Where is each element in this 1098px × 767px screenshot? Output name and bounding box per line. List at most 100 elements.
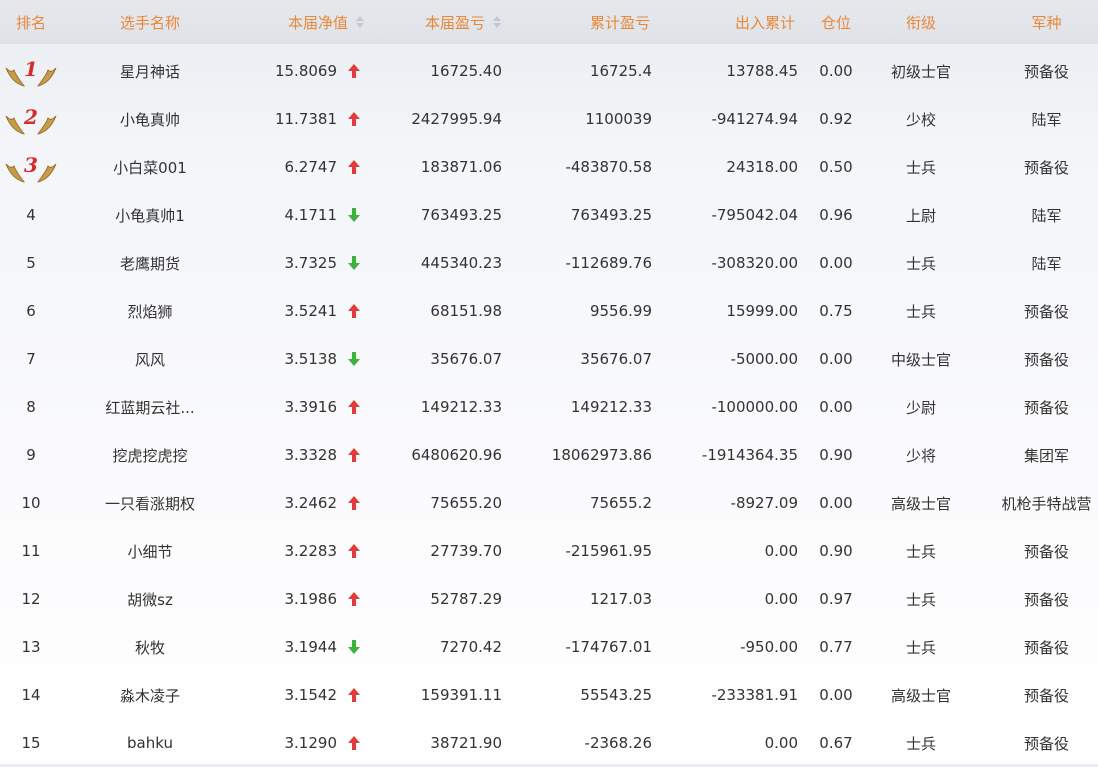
player-name[interactable]: bahku xyxy=(90,719,210,767)
rank-title: 初级士官 xyxy=(890,62,951,81)
rank-title: 高级士官 xyxy=(890,686,951,705)
cumulative-pnl: 9556.99 xyxy=(589,302,652,320)
header-position[interactable]: 仓位 xyxy=(810,0,862,44)
medal-1: 1 xyxy=(4,47,58,95)
header-branch[interactable]: 军种 xyxy=(995,0,1098,44)
rank-number: 8 xyxy=(26,398,36,416)
table-row[interactable]: 9 挖虎挖虎挖 3.3328 6480620.96 18062973.86 -191436… xyxy=(0,431,1098,479)
table-row[interactable]: 12 胡微sz 3.1986 52787.29 1217.03 0.00 0.97 士兵 预备役 xyxy=(0,575,1098,623)
rank-title: 少尉 xyxy=(905,398,936,417)
position-ratio: 0.97 xyxy=(819,590,853,608)
player-name[interactable]: 小龟真帅 xyxy=(90,95,210,143)
in-out-total: 15999.00 xyxy=(726,302,798,320)
medal-3: 3 xyxy=(4,143,58,191)
service-branch: 预备役 xyxy=(1023,350,1069,369)
sort-icon[interactable] xyxy=(356,15,365,29)
table-header: 排名 选手名称 本届净值 本届盈亏 累计盈亏 出入累计 仓位 衔级 军种 xyxy=(0,0,1098,44)
player-name[interactable]: 风风 xyxy=(90,335,210,383)
net-value: 3.3328 xyxy=(284,446,338,464)
in-out-total: 24318.00 xyxy=(726,158,798,176)
session-pnl: 149212.33 xyxy=(420,398,502,416)
header-title[interactable]: 衔级 xyxy=(875,0,967,44)
rank-title: 少校 xyxy=(905,110,936,129)
player-name[interactable]: 秋牧 xyxy=(90,623,210,671)
rank-number: 11 xyxy=(21,542,41,560)
arrow-up-icon xyxy=(347,431,361,479)
rank-number: 12 xyxy=(21,590,41,608)
service-branch: 预备役 xyxy=(1023,302,1069,321)
player-name[interactable]: 烈焰狮 xyxy=(90,287,210,335)
net-value: 15.8069 xyxy=(274,62,337,80)
header-io[interactable]: 出入累计 xyxy=(680,0,795,44)
table-row[interactable]: 4 小龟真帅1 4.1711 763493.25 763493.25 -795042.04… xyxy=(0,191,1098,239)
player-name[interactable]: 红蓝期云社... xyxy=(90,383,210,431)
player-name[interactable]: 小白菜001 xyxy=(90,143,210,191)
position-ratio: 0.50 xyxy=(819,158,853,176)
net-value: 3.2462 xyxy=(284,494,338,512)
net-value: 3.1944 xyxy=(284,638,338,656)
position-ratio: 0.00 xyxy=(819,62,853,80)
table-row[interactable]: 2 小龟真帅 11.7381 2427995.94 1100039 -941274.94 0… xyxy=(0,95,1098,143)
service-branch: 预备役 xyxy=(1023,158,1069,177)
table-row[interactable]: 6 烈焰狮 3.5241 68151.98 9556.99 15999.00 0.75 士兵 预… xyxy=(0,287,1098,335)
table-row[interactable]: 15 bahku 3.1290 38721.90 -2368.26 0.00 0.67 士兵 预… xyxy=(0,719,1098,767)
player-name[interactable]: 小细节 xyxy=(90,527,210,575)
sort-icon[interactable] xyxy=(493,15,502,29)
arrow-down-icon xyxy=(347,623,361,671)
rank-title: 士兵 xyxy=(905,302,936,321)
service-branch: 预备役 xyxy=(1023,62,1069,81)
arrow-up-icon xyxy=(347,383,361,431)
in-out-total: 0.00 xyxy=(764,734,798,752)
arrow-up-icon xyxy=(347,95,361,143)
session-pnl: 16725.40 xyxy=(430,62,502,80)
net-value: 3.3916 xyxy=(284,398,338,416)
table-row[interactable]: 11 小细节 3.2283 27739.70 -215961.95 0.00 0.90 士兵 预… xyxy=(0,527,1098,575)
header-nav[interactable]: 本届净值 xyxy=(240,0,365,44)
header-name[interactable]: 选手名称 xyxy=(90,0,210,44)
player-name[interactable]: 小龟真帅1 xyxy=(90,191,210,239)
cumulative-pnl: 55543.25 xyxy=(580,686,652,704)
service-branch: 预备役 xyxy=(1023,542,1069,561)
player-name[interactable]: 一只看涨期权 xyxy=(90,479,210,527)
session-pnl: 2427995.94 xyxy=(411,110,502,128)
in-out-total: 13788.45 xyxy=(726,62,798,80)
player-name[interactable]: 老鹰期货 xyxy=(90,239,210,287)
table-row[interactable]: 3 小白菜001 6.2747 183871.06 -483870.58 24318.00… xyxy=(0,143,1098,191)
rank-number: 6 xyxy=(26,302,36,320)
header-rank[interactable]: 排名 xyxy=(0,0,62,44)
in-out-total: -950.00 xyxy=(740,638,798,656)
header-pnl[interactable]: 本届盈亏 xyxy=(380,0,502,44)
table-row[interactable]: 8 红蓝期云社... 3.3916 149212.33 149212.33 -100000… xyxy=(0,383,1098,431)
in-out-total: -8927.09 xyxy=(730,494,798,512)
service-branch: 预备役 xyxy=(1023,638,1069,657)
cumulative-pnl: 35676.07 xyxy=(580,350,652,368)
header-cum-pnl[interactable]: 累计盈亏 xyxy=(540,0,650,44)
table-row[interactable]: 5 老鹰期货 3.7325 445340.23 -112689.76 -308320.00… xyxy=(0,239,1098,287)
arrow-down-icon xyxy=(347,191,361,239)
position-ratio: 0.90 xyxy=(819,446,853,464)
table-row[interactable]: 10 一只看涨期权 3.2462 75655.20 75655.2 -8927.09 0.0… xyxy=(0,479,1098,527)
session-pnl: 159391.11 xyxy=(420,686,502,704)
player-name[interactable]: 淼木凌子 xyxy=(90,671,210,719)
in-out-total: -308320.00 xyxy=(711,254,798,272)
net-value: 4.1711 xyxy=(284,206,338,224)
table-row[interactable]: 14 淼木凌子 3.1542 159391.11 55543.25 -233381.91 0… xyxy=(0,671,1098,719)
session-pnl: 75655.20 xyxy=(430,494,502,512)
table-row[interactable]: 1 星月神话 15.8069 16725.40 16725.4 13788.45 0.00 初… xyxy=(0,47,1098,95)
in-out-total: -1914364.35 xyxy=(701,446,798,464)
net-value: 11.7381 xyxy=(274,110,337,128)
player-name[interactable]: 胡微sz xyxy=(90,575,210,623)
rank-number: 14 xyxy=(21,686,41,704)
session-pnl: 35676.07 xyxy=(430,350,502,368)
table-row[interactable]: 7 风风 3.5138 35676.07 35676.07 -5000.00 0.00 中级士… xyxy=(0,335,1098,383)
net-value: 3.5241 xyxy=(284,302,338,320)
net-value: 3.1986 xyxy=(284,590,338,608)
player-name[interactable]: 挖虎挖虎挖 xyxy=(90,431,210,479)
rank-number: 2 xyxy=(24,105,38,129)
in-out-total: -100000.00 xyxy=(711,398,798,416)
rank-title: 士兵 xyxy=(905,542,936,561)
in-out-total: 0.00 xyxy=(764,590,798,608)
player-name[interactable]: 星月神话 xyxy=(90,47,210,95)
position-ratio: 0.00 xyxy=(819,350,853,368)
table-row[interactable]: 13 秋牧 3.1944 7270.42 -174767.01 -950.00 0.77 士兵… xyxy=(0,623,1098,671)
